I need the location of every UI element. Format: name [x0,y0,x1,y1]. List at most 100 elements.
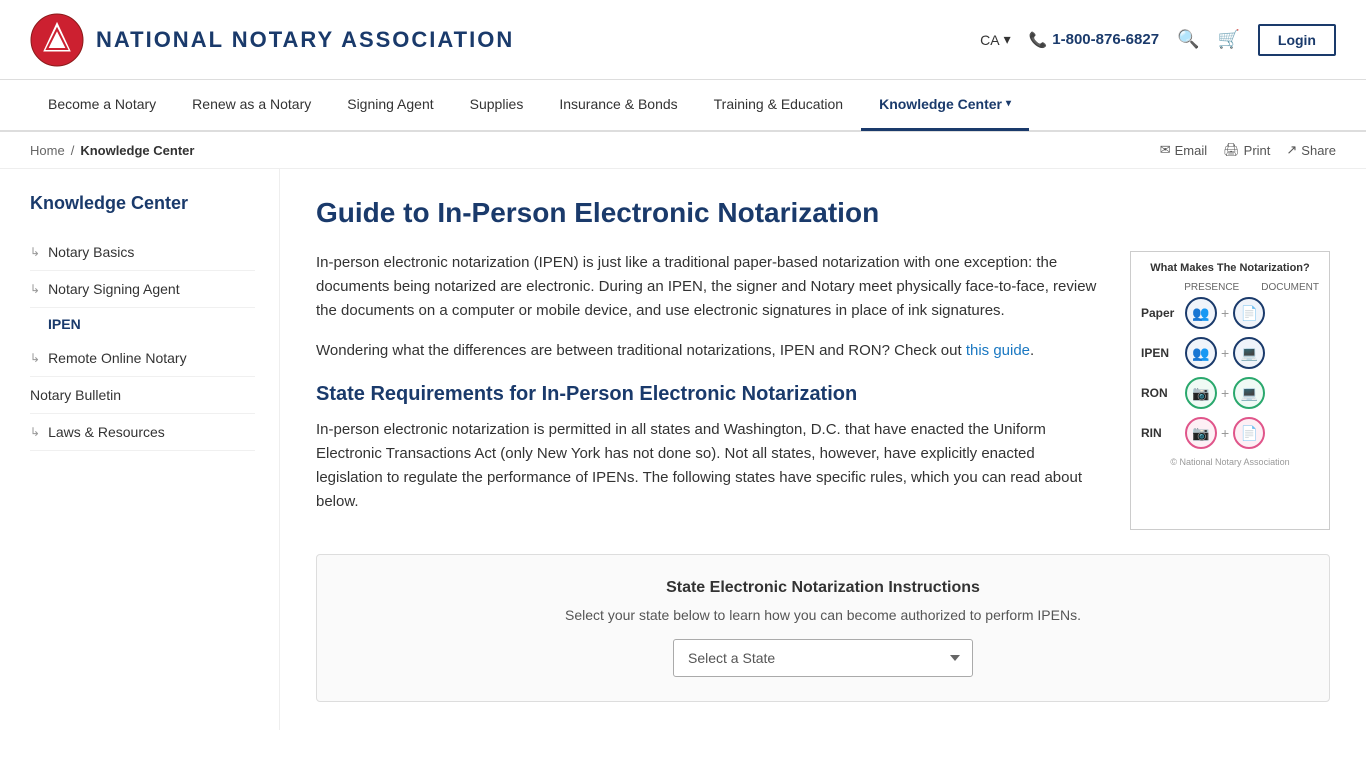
content-text: In-person electronic notarization (IPEN)… [316,251,1102,530]
sidebar-item-label: Notary Bulletin [30,387,121,403]
search-icon[interactable]: 🔍 [1177,29,1199,50]
sidebar-item-ipen[interactable]: IPEN [30,308,255,340]
document-icon-paper: 📄 [1233,297,1265,329]
sidebar-item-laws-resources[interactable]: ↳ Laws & Resources [30,414,255,451]
chevron-down-icon: ▾ [1006,98,1011,109]
nav-item-renew-notary[interactable]: Renew as a Notary [174,79,329,131]
breadcrumb-separator: / [71,143,75,158]
chart-footer: © National Notary Association [1141,457,1319,467]
plus-icon: + [1221,425,1229,441]
chevron-down-icon: ▾ [1004,31,1011,48]
sidebar-item-notary-signing-agent[interactable]: ↳ Notary Signing Agent [30,271,255,308]
plus-icon: + [1221,385,1229,401]
sidebar-item-label: Notary Signing Agent [48,281,180,297]
print-label: Print [1244,143,1271,158]
sidebar-item-label: IPEN [48,316,81,332]
phone-icon: 📞 [1029,31,1048,49]
state-select[interactable]: Select a State Alabama Alaska Arizona Ca… [673,639,973,677]
nav-label: Insurance & Bonds [559,96,677,112]
notarization-chart: What Makes The Notarization? PRESENCE DO… [1130,251,1330,530]
state-label: CA [980,32,999,48]
chart-row-ron: RON 📷 + 💻 [1141,377,1319,409]
header-right: CA ▾ 📞 1-800-876-6827 🔍 🛒 Login [980,24,1336,56]
sidebar-item-notary-bulletin[interactable]: Notary Bulletin [30,377,255,414]
nav-item-knowledge-center[interactable]: Knowledge Center ▾ [861,79,1029,131]
breadcrumb-bar: Home / Knowledge Center ✉ Email 🖨 Print … [0,132,1366,169]
sidebar-item-label: Notary Basics [48,244,134,260]
page-title: Guide to In-Person Electronic Notarizati… [316,197,1330,229]
sidebar-item-notary-basics[interactable]: ↳ Notary Basics [30,234,255,271]
state-box: State Electronic Notarization Instructio… [316,554,1330,702]
main-content: Guide to In-Person Electronic Notarizati… [280,169,1366,730]
section-paragraph-1: In-person electronic notarization is per… [316,418,1102,514]
presence-icon-rin: 📷 [1185,417,1217,449]
login-button[interactable]: Login [1258,24,1336,56]
nav-item-signing-agent[interactable]: Signing Agent [329,79,451,131]
chart-row-label: IPEN [1141,346,1177,360]
document-icon-rin: 📄 [1233,417,1265,449]
nav-item-become-notary[interactable]: Become a Notary [30,79,174,131]
plus-icon: + [1221,345,1229,361]
presence-icon-ipen: 👥 [1185,337,1217,369]
share-icon: ↗ [1286,142,1297,158]
main-nav: Become a Notary Renew as a Notary Signin… [0,80,1366,132]
nav-label: Renew as a Notary [192,96,311,112]
phone-link[interactable]: 📞 1-800-876-6827 [1029,31,1159,49]
sidebar-arrow-icon: ↳ [30,351,40,365]
cart-icon[interactable]: 🛒 [1217,29,1239,50]
share-action[interactable]: ↗ Share [1286,142,1336,158]
sidebar-item-label: Remote Online Notary [48,350,187,366]
breadcrumb-left: Home / Knowledge Center [30,143,194,158]
chart-row-label: Paper [1141,306,1177,320]
print-action[interactable]: 🖨 Print [1223,142,1270,158]
section-heading: State Requirements for In-Person Electro… [316,383,1102,406]
presence-icon-paper: 👥 [1185,297,1217,329]
sidebar-arrow-icon: ↳ [30,282,40,296]
chart-row-label: RIN [1141,426,1177,440]
nav-item-training-education[interactable]: Training & Education [696,79,861,131]
state-selector[interactable]: CA ▾ [980,31,1010,48]
phone-number: 1-800-876-6827 [1052,31,1159,48]
chart-row-ipen: IPEN 👥 + 💻 [1141,337,1319,369]
nav-item-supplies[interactable]: Supplies [452,79,542,131]
chart-title: What Makes The Notarization? [1141,262,1319,274]
state-box-description: Select your state below to learn how you… [341,607,1305,623]
intro-paragraph-1: In-person electronic notarization (IPEN)… [316,251,1102,323]
sidebar-item-label: Laws & Resources [48,424,165,440]
sidebar-title: Knowledge Center [30,193,255,214]
chart-row-icons: 👥 + 📄 [1185,297,1265,329]
sidebar: Knowledge Center ↳ Notary Basics ↳ Notar… [0,169,280,730]
email-label: Email [1175,143,1208,158]
breadcrumb-current: Knowledge Center [80,143,194,158]
nav-label: Knowledge Center [879,96,1002,112]
breadcrumb-actions: ✉ Email 🖨 Print ↗ Share [1160,142,1336,158]
email-action[interactable]: ✉ Email [1160,142,1207,158]
chart-row-icons: 📷 + 💻 [1185,377,1265,409]
intro-paragraph-2: Wondering what the differences are betwe… [316,339,1102,363]
chart-row-rin: RIN 📷 + 📄 [1141,417,1319,449]
nav-item-insurance-bonds[interactable]: Insurance & Bonds [541,79,695,131]
nav-label: Supplies [470,96,524,112]
sidebar-arrow-icon: ↳ [30,245,40,259]
logo-area: National Notary Association [30,13,514,67]
chart-row-label: RON [1141,386,1177,400]
page-header: National Notary Association CA ▾ 📞 1-800… [0,0,1366,80]
content-section: In-person electronic notarization (IPEN)… [316,251,1330,530]
content-wrapper: Knowledge Center ↳ Notary Basics ↳ Notar… [0,169,1366,730]
document-icon-ron: 💻 [1233,377,1265,409]
nav-label: Training & Education [714,96,843,112]
breadcrumb-home[interactable]: Home [30,143,65,158]
this-guide-link[interactable]: this guide [966,342,1030,359]
share-label: Share [1301,143,1336,158]
plus-icon: + [1221,305,1229,321]
sidebar-item-ron[interactable]: ↳ Remote Online Notary [30,340,255,377]
chart-row-icons: 📷 + 📄 [1185,417,1265,449]
chart-header-row: PRESENCE DOCUMENT [1141,282,1319,293]
chart-row-paper: Paper 👥 + 📄 [1141,297,1319,329]
logo-text: National Notary Association [96,27,514,53]
intro-p2-text: Wondering what the differences are betwe… [316,342,966,359]
chart-row-icons: 👥 + 💻 [1185,337,1265,369]
sidebar-arrow-icon: ↳ [30,425,40,439]
email-icon: ✉ [1160,142,1171,158]
chart-col1-label: PRESENCE [1184,282,1239,293]
